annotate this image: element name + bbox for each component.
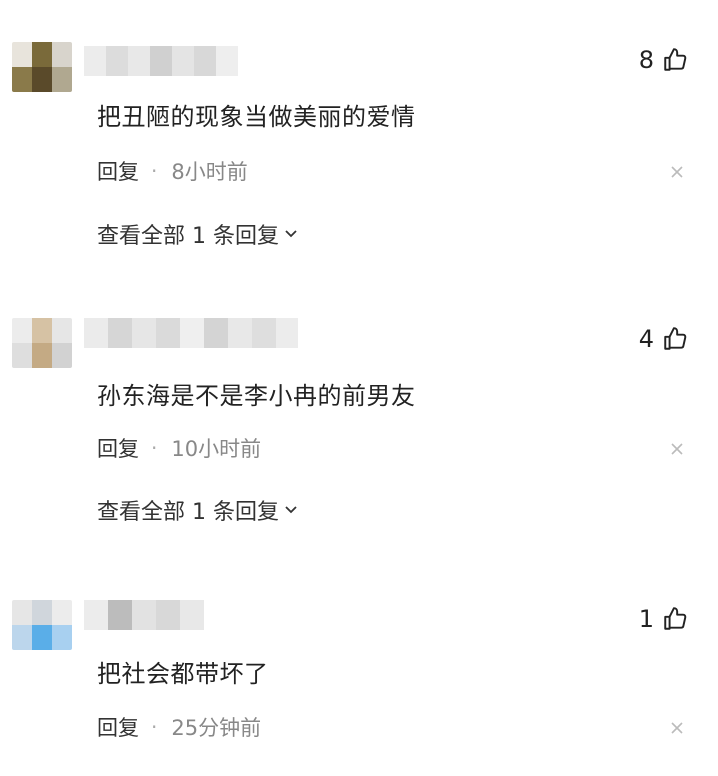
reply-button[interactable]: 回复 bbox=[97, 712, 139, 742]
chevron-down-icon bbox=[283, 222, 299, 247]
separator-dot: · bbox=[151, 715, 158, 739]
timestamp: 10小时前 bbox=[171, 437, 262, 461]
close-icon[interactable] bbox=[670, 441, 684, 455]
like-count: 4 bbox=[638, 325, 654, 353]
username-blurred[interactable] bbox=[84, 600, 204, 630]
timestamp: 25分钟前 bbox=[171, 716, 262, 740]
username-blurred[interactable] bbox=[84, 46, 238, 76]
like-button[interactable]: 4 bbox=[639, 325, 688, 353]
reply-button[interactable]: 回复 bbox=[97, 156, 139, 186]
comment-text: 孙东海是不是李小冉的前男友 bbox=[97, 382, 416, 410]
chevron-down-icon bbox=[283, 498, 299, 523]
timestamp: 8小时前 bbox=[171, 160, 248, 184]
comment-meta: 回复 · 8小时前 bbox=[97, 156, 248, 186]
view-all-label: 查看全部 1 条回复 bbox=[97, 224, 279, 249]
separator-dot: · bbox=[151, 436, 158, 460]
comment-meta: 回复 · 25分钟前 bbox=[97, 712, 261, 742]
avatar[interactable] bbox=[12, 600, 72, 650]
close-icon[interactable] bbox=[670, 720, 684, 734]
comment-text: 把丑陋的现象当做美丽的爱情 bbox=[97, 103, 416, 131]
close-icon[interactable] bbox=[670, 164, 684, 178]
like-button[interactable]: 8 bbox=[639, 46, 688, 74]
username-blurred[interactable] bbox=[84, 318, 298, 348]
view-all-label: 查看全部 1 条回复 bbox=[97, 500, 279, 525]
like-count: 8 bbox=[638, 46, 654, 74]
like-button[interactable]: 1 bbox=[639, 605, 688, 633]
view-all-replies-button[interactable]: 查看全部 1 条回复 bbox=[97, 494, 299, 526]
avatar[interactable] bbox=[12, 318, 72, 368]
like-count: 1 bbox=[638, 605, 654, 633]
thumbs-up-icon bbox=[662, 47, 688, 73]
separator-dot: · bbox=[151, 159, 158, 183]
thumbs-up-icon bbox=[662, 606, 688, 632]
thumbs-up-icon bbox=[662, 326, 688, 352]
comment-text: 把社会都带坏了 bbox=[97, 660, 269, 688]
avatar[interactable] bbox=[12, 42, 72, 92]
comment-meta: 回复 · 10小时前 bbox=[97, 433, 261, 463]
reply-button[interactable]: 回复 bbox=[97, 433, 139, 463]
view-all-replies-button[interactable]: 查看全部 1 条回复 bbox=[97, 218, 299, 250]
